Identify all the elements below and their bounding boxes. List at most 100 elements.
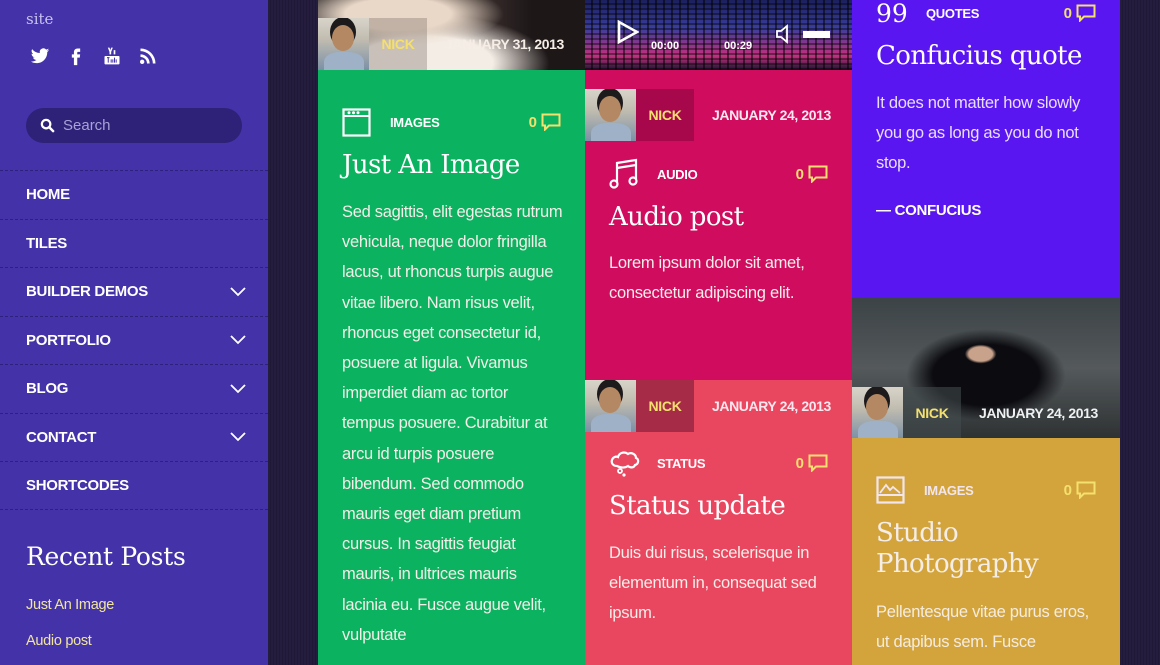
post-card-studio-photography: IMAGES 0 Studio Photography Pellentesque…	[852, 438, 1120, 665]
nav-item-builder-demos[interactable]: BUILDER DEMOS	[0, 267, 268, 316]
post-meta: NICK JANUARY 31, 2013	[318, 18, 564, 70]
twitter-icon[interactable]	[30, 46, 66, 70]
post-type-row: STATUS 0	[609, 448, 828, 478]
comments-link[interactable]: 0	[529, 113, 561, 131]
post-card-quote: 99 QUOTES 0 Confucius quote It does not …	[852, 0, 1120, 298]
post-meta: NICK JANUARY 24, 2013	[585, 89, 831, 141]
post-title[interactable]: Studio Photography	[876, 518, 1076, 580]
post-type-row: IMAGES 0	[876, 475, 1096, 505]
nav-label: PORTFOLIO	[26, 331, 111, 349]
post-type-row: IMAGES 0	[342, 107, 561, 137]
post-excerpt: Lorem ipsum dolor sit amet, consectetur …	[609, 254, 805, 303]
comments-link[interactable]: 0	[796, 165, 828, 183]
chevron-down-icon[interactable]	[230, 335, 246, 345]
music-note-icon	[609, 158, 641, 189]
nav-label: HOME	[26, 186, 70, 204]
nav-item-shortcodes[interactable]: SHORTCODES	[0, 461, 268, 510]
sidebar: site HOME TILES BUILDER DEMOS PORTFOLIO …	[0, 0, 268, 665]
post-title[interactable]: Just An Image	[342, 150, 520, 180]
volume-slider[interactable]	[803, 31, 830, 38]
quote-text: It does not matter how slowly you go as …	[876, 94, 1081, 173]
post-date: JANUARY 24, 2013	[979, 405, 1098, 421]
quote-icon: 99	[876, 0, 908, 28]
rss-icon[interactable]	[138, 46, 174, 70]
main-nav: HOME TILES BUILDER DEMOS PORTFOLIO BLOG …	[0, 170, 268, 510]
post-type-row: 99 QUOTES 0	[876, 0, 1096, 28]
nav-item-portfolio[interactable]: PORTFOLIO	[0, 315, 268, 365]
comment-icon	[808, 454, 828, 472]
comment-icon	[1076, 4, 1096, 22]
nav-item-tiles[interactable]: TILES	[0, 218, 268, 268]
author-name[interactable]: NICK	[636, 89, 694, 141]
comment-count: 0	[528, 113, 537, 131]
post-date: JANUARY 24, 2013	[712, 398, 831, 414]
audio-player: 00:00 00:29	[585, 0, 852, 70]
post-featured-image[interactable]: NICK JANUARY 31, 2013	[318, 0, 585, 70]
comment-icon	[1076, 481, 1096, 499]
nav-label: CONTACT	[26, 428, 97, 446]
play-icon[interactable]	[617, 20, 639, 44]
facebook-icon[interactable]	[66, 46, 102, 70]
recent-post-link[interactable]: Just An Image	[26, 597, 114, 633]
post-type-label[interactable]: AUDIO	[657, 167, 698, 182]
post-title[interactable]: Status update	[609, 491, 786, 521]
nav-label: TILES	[26, 234, 68, 252]
post-type-label[interactable]: QUOTES	[926, 6, 979, 21]
recent-post-link[interactable]: Audio post	[26, 633, 114, 665]
post-meta: NICK JANUARY 24, 2013	[585, 380, 831, 432]
nav-item-contact[interactable]: CONTACT	[0, 412, 268, 462]
author-avatar[interactable]	[585, 380, 636, 432]
comment-count: 0	[1063, 481, 1072, 499]
post-card-just-an-image: IMAGES 0 Just An Image Sed sagittis, eli…	[318, 70, 585, 665]
author-avatar[interactable]	[585, 89, 636, 141]
comment-icon	[541, 113, 561, 131]
thought-bubble-icon	[609, 448, 641, 478]
nav-item-blog[interactable]: BLOG	[0, 364, 268, 413]
player-controls: 00:00 00:29	[585, 0, 852, 70]
chevron-down-icon[interactable]	[230, 384, 246, 394]
picture-icon	[876, 475, 908, 505]
post-title[interactable]: Confucius quote	[876, 41, 1082, 71]
duration: 00:29	[724, 40, 753, 52]
comment-icon	[808, 165, 828, 183]
search-input[interactable]	[63, 117, 233, 134]
nav-label: SHORTCODES	[26, 476, 129, 494]
post-card-status: NICK JANUARY 24, 2013 STATUS 0 Status up…	[585, 380, 852, 665]
recent-posts-heading: Recent Posts	[26, 542, 186, 571]
comments-link[interactable]: 0	[1064, 481, 1096, 499]
post-type-label[interactable]: IMAGES	[924, 483, 974, 498]
nav-label: BUILDER DEMOS	[26, 283, 148, 301]
volume-icon[interactable]	[775, 24, 795, 44]
comments-link[interactable]: 0	[796, 454, 828, 472]
post-excerpt: Duis dui risus, scelerisque in elementum…	[609, 544, 817, 623]
author-avatar[interactable]	[318, 18, 369, 70]
comments-link[interactable]: 0	[1064, 4, 1096, 22]
post-featured-image[interactable]: NICK JANUARY 24, 2013	[852, 298, 1120, 438]
post-title[interactable]: Audio post	[609, 202, 744, 232]
post-date: JANUARY 31, 2013	[445, 36, 564, 52]
author-name[interactable]: NICK	[636, 380, 694, 432]
gallery-icon	[342, 107, 374, 137]
comment-count: 0	[795, 165, 804, 183]
current-time: 00:00	[651, 40, 680, 52]
comment-count: 0	[795, 454, 804, 472]
author-avatar[interactable]	[852, 387, 903, 438]
comment-count: 0	[1063, 4, 1072, 22]
recent-posts-list: Just An Image Audio post	[26, 597, 114, 665]
chevron-down-icon[interactable]	[230, 432, 246, 442]
post-card-audio: NICK JANUARY 24, 2013 AUDIO 0 Audio post…	[585, 70, 852, 380]
site-tagline: site	[26, 10, 54, 28]
post-excerpt: Pellentesque vitae purus eros, ut dapibu…	[876, 603, 1089, 652]
post-type-label[interactable]: STATUS	[657, 456, 706, 471]
post-type-row: AUDIO 0	[609, 158, 828, 189]
nav-item-home[interactable]: HOME	[0, 170, 268, 219]
quote-attribution: — CONFUCIUS	[876, 202, 982, 219]
chevron-down-icon[interactable]	[230, 287, 246, 297]
search-box	[26, 108, 242, 143]
youtube-icon[interactable]	[102, 46, 138, 70]
author-name[interactable]: NICK	[369, 18, 427, 70]
nav-label: BLOG	[26, 380, 69, 398]
post-meta: NICK JANUARY 24, 2013	[852, 387, 1098, 438]
post-type-label[interactable]: IMAGES	[390, 115, 440, 130]
author-name[interactable]: NICK	[903, 387, 961, 438]
